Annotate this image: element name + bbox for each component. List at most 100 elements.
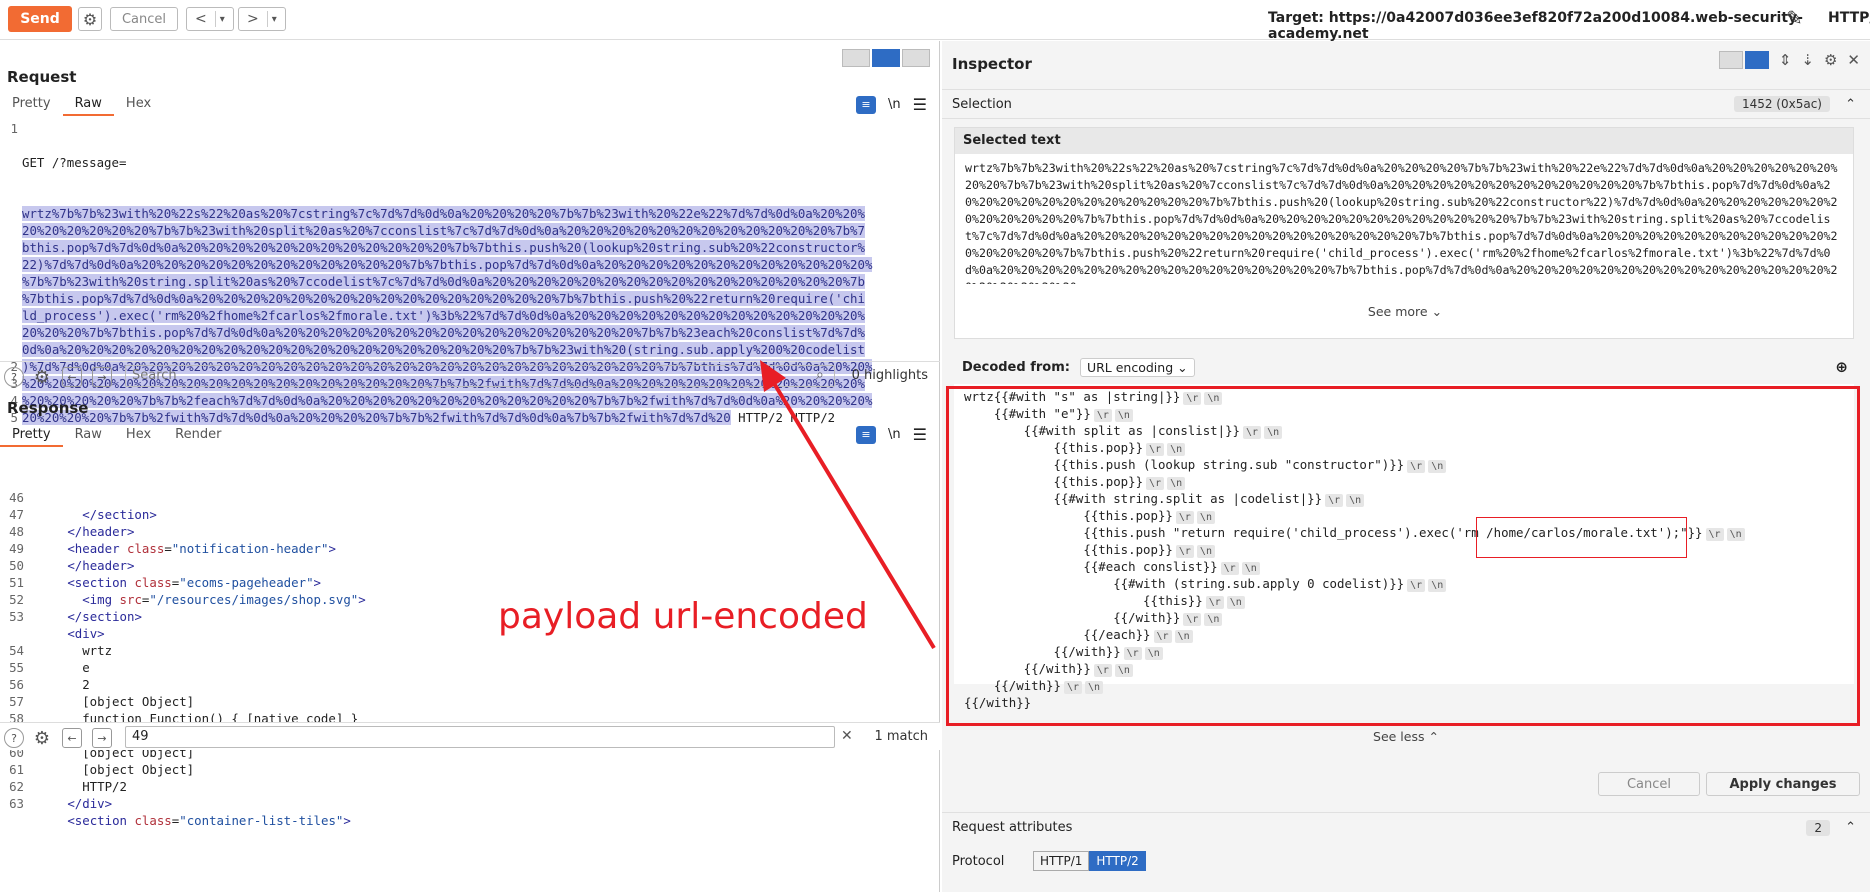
- inspector-panel: Inspector ⇕ ⇣ ⚙ ✕ Selection 1452 (0x5ac)…: [942, 41, 1870, 892]
- payload-line: %20%20%20%20%20%7b%7b%2feach%7d%7d%0d%0a…: [22, 392, 932, 409]
- chevron-up-icon[interactable]: ⌃: [1845, 820, 1856, 835]
- see-less-label[interactable]: See less: [1373, 729, 1424, 744]
- collapse-all-icon[interactable]: ⇣: [1801, 51, 1814, 69]
- line-number: 47: [9, 507, 24, 522]
- protocol-http1[interactable]: HTTP/1: [1033, 851, 1090, 871]
- help-icon[interactable]: ?: [4, 367, 24, 387]
- layout-side-by-side-icon[interactable]: [842, 49, 870, 67]
- tab-hex[interactable]: Hex: [114, 92, 163, 116]
- code-line: </header>: [67, 524, 135, 539]
- response-search-input[interactable]: 49: [125, 726, 835, 748]
- selected-text: wrtz%7b%7b%23with%20%22s%22%20as%20%7cst…: [22, 206, 865, 221]
- line-number: 46: [9, 490, 24, 505]
- tab-raw[interactable]: Raw: [62, 92, 114, 116]
- menu-icon[interactable]: ☰: [913, 425, 927, 444]
- payload-line: 0d%0a%20%20%20%20%20%20%20%20%20%20%20%2…: [22, 341, 932, 358]
- selected-text-panel: Selected text wrtz%7b%7b%23with%20%22s%2…: [954, 127, 1854, 339]
- forward-button[interactable]: > ▾: [238, 7, 286, 31]
- back-arrow-icon[interactable]: <: [187, 11, 216, 27]
- clear-search-icon[interactable]: ✕: [841, 728, 853, 744]
- search-settings-gear-icon[interactable]: ⚙: [32, 367, 52, 388]
- layout-toggle[interactable]: [842, 49, 930, 67]
- line-number: 51: [9, 575, 24, 590]
- tab-render[interactable]: Render: [163, 423, 233, 447]
- selected-text-content[interactable]: wrtz%7b%7b%23with%20%22s%22%20as%20%7cst…: [955, 154, 1853, 284]
- protocol-http2[interactable]: HTTP/2: [1089, 851, 1146, 871]
- line-number: 49: [9, 541, 24, 556]
- decoded-from-label: Decoded from:: [962, 359, 1070, 375]
- newline-toggle-icon[interactable]: \n: [888, 97, 901, 112]
- cancel-changes-button[interactable]: Cancel: [1598, 772, 1700, 796]
- request-attributes-section[interactable]: Request attributes 2 ⌃: [942, 812, 1870, 842]
- layout-tabs-icon[interactable]: [902, 49, 930, 67]
- code-line: HTTP/2: [30, 779, 127, 794]
- protocol-toggle[interactable]: HTTP/1 HTTP/2: [1033, 851, 1146, 871]
- help-icon[interactable]: ?: [4, 728, 24, 748]
- response-title: Response: [7, 399, 89, 417]
- see-more-label[interactable]: See more: [1368, 304, 1428, 319]
- line-number: 62: [9, 779, 24, 794]
- line-number: 57: [9, 694, 24, 709]
- newline-toggle-icon[interactable]: \n: [888, 427, 901, 442]
- selected-text: %7bthis.pop%7d%7d%0d%0a%20%20%20%20%20%2…: [22, 291, 865, 306]
- edit-pencil-icon[interactable]: ✎: [1786, 6, 1803, 30]
- layout-list-icon[interactable]: [1718, 51, 1743, 69]
- payload-line: wrtz%7b%7b%23with%20%22s%22%20as%20%7cst…: [22, 205, 932, 222]
- inspector-layout-toggle[interactable]: [1718, 51, 1769, 69]
- search-settings-gear-icon[interactable]: ⚙: [32, 728, 52, 749]
- forward-menu-icon[interactable]: ▾: [268, 14, 281, 25]
- request-tabs: Pretty Raw Hex: [0, 92, 163, 116]
- search-icon[interactable]: ⌕: [816, 367, 824, 383]
- expand-all-icon[interactable]: ⇕: [1779, 51, 1792, 69]
- line-number: [0, 324, 18, 341]
- close-icon[interactable]: ✕: [1847, 51, 1860, 69]
- line-number: [0, 307, 18, 324]
- next-match-icon[interactable]: →: [92, 367, 112, 387]
- chevron-up-icon[interactable]: ⌃: [1845, 97, 1856, 112]
- apply-changes-button[interactable]: Apply changes: [1706, 772, 1860, 796]
- see-less-link[interactable]: See less ⌃: [942, 729, 1870, 744]
- previous-match-icon[interactable]: ←: [62, 728, 82, 748]
- tab-pretty[interactable]: Pretty: [0, 423, 63, 447]
- tab-pretty[interactable]: Pretty: [0, 92, 63, 116]
- add-decoding-icon[interactable]: ⊕: [1835, 358, 1848, 376]
- line-number: [0, 154, 18, 171]
- layout-split-icon[interactable]: [1744, 51, 1769, 69]
- line-numbers: 4647484950515253 54555657585960616263: [0, 489, 26, 812]
- response-editor[interactable]: 4647484950515253 54555657585960616263 </…: [0, 489, 935, 849]
- cancel-button[interactable]: Cancel: [110, 7, 178, 31]
- request-response-pane: Request Pretty Raw Hex ≡ \n ☰ 1 2345 GET…: [0, 41, 940, 892]
- selected-text: %7b%7b%23with%20string.split%20as%20%7cc…: [22, 274, 865, 289]
- highlight-box: [946, 386, 1860, 726]
- selection-section[interactable]: Selection 1452 (0x5ac) ⌃: [942, 89, 1870, 119]
- line-number: 55: [9, 660, 24, 675]
- payload-line: %7bthis.pop%7d%7d%0d%0a%20%20%20%20%20%2…: [22, 290, 932, 307]
- line-number: [0, 188, 18, 205]
- line-number: [0, 341, 18, 358]
- next-match-icon[interactable]: →: [92, 728, 112, 748]
- line-number: [0, 222, 18, 239]
- see-more-link[interactable]: See more ⌄: [955, 304, 1855, 319]
- layout-stacked-icon[interactable]: [872, 49, 900, 67]
- send-button[interactable]: Send: [8, 6, 72, 32]
- menu-icon[interactable]: ☰: [913, 95, 927, 114]
- line-number: [0, 273, 18, 290]
- selected-text-label: Selected text: [955, 128, 1853, 154]
- inspector-settings-gear-icon[interactable]: ⚙: [1824, 51, 1837, 69]
- encoding-select[interactable]: URL encoding ⌄: [1079, 357, 1195, 377]
- response-tabs: Pretty Raw Hex Render: [0, 423, 233, 447]
- response-code[interactable]: </section> </header> <header class="noti…: [30, 489, 935, 849]
- request-search-bar: ? ⚙ ← → Search ⌕ 0 highlights: [0, 361, 940, 389]
- tab-hex[interactable]: Hex: [114, 423, 163, 447]
- settings-gear-icon[interactable]: ⚙: [78, 7, 102, 31]
- word-wrap-icon[interactable]: ≡: [856, 425, 877, 444]
- previous-match-icon[interactable]: ←: [62, 367, 82, 387]
- back-menu-icon[interactable]: ▾: [216, 14, 229, 25]
- request-line: GET /?message=: [22, 154, 932, 171]
- word-wrap-icon[interactable]: ≡: [856, 95, 877, 114]
- back-button[interactable]: < ▾: [186, 7, 234, 31]
- tab-raw[interactable]: Raw: [63, 423, 114, 447]
- forward-arrow-icon[interactable]: >: [239, 11, 268, 27]
- selected-payload[interactable]: wrtz%7b%7b%23with%20%22s%22%20as%20%7cst…: [22, 205, 932, 426]
- request-search-input[interactable]: Search: [125, 365, 835, 387]
